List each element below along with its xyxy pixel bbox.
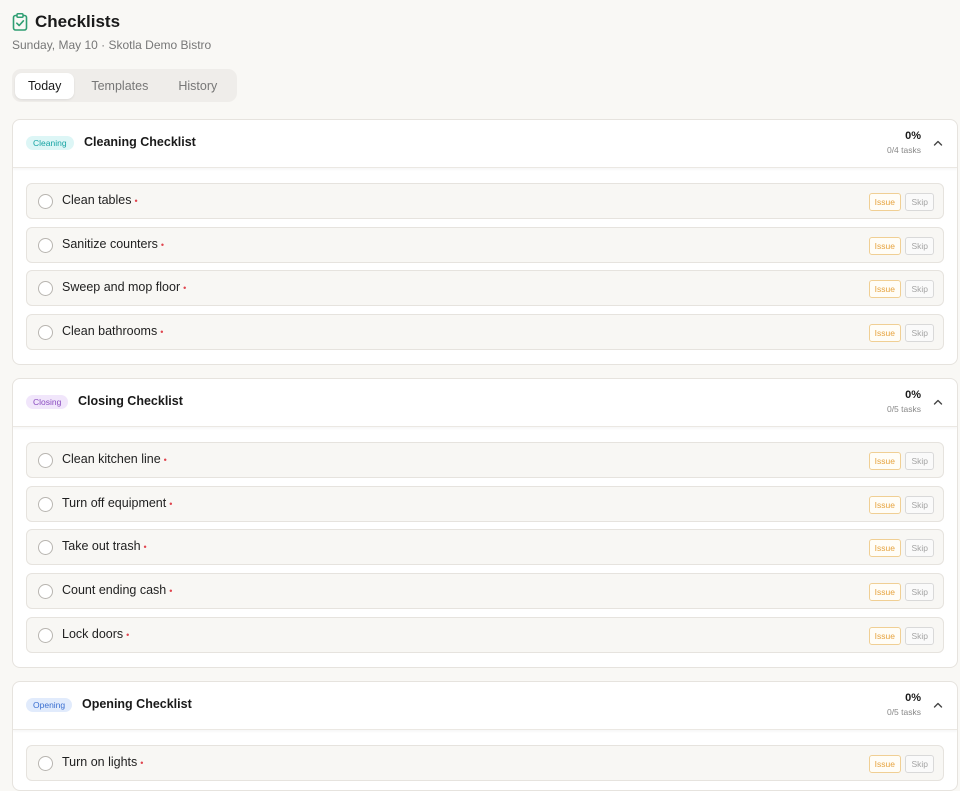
checklist-card-cleaning: Cleaning Cleaning Checklist 0% 0/4 tasks… xyxy=(12,119,958,365)
tasks-count: 0/5 tasks xyxy=(886,404,921,414)
task-row[interactable]: Lock doors • Issue Skip xyxy=(26,616,944,653)
chevron-up-icon[interactable] xyxy=(932,396,944,408)
task-label: Turn on lights xyxy=(62,755,138,769)
tab-history[interactable]: History xyxy=(165,73,230,99)
skip-button[interactable]: Skip xyxy=(905,626,934,645)
issue-button[interactable]: Issue xyxy=(868,755,901,773)
task-row[interactable]: Take out trash • Issue Skip xyxy=(26,529,944,566)
task-checkbox[interactable] xyxy=(38,194,53,209)
task-checkbox[interactable] xyxy=(38,453,53,468)
skip-button[interactable]: Skip xyxy=(905,583,934,602)
task-row[interactable]: Count ending cash • Issue Skip xyxy=(26,573,944,610)
page-subtitle: Sunday, May 10 · Skotla Demo Bistro xyxy=(12,38,212,52)
issue-button[interactable]: Issue xyxy=(868,626,901,645)
issue-button[interactable]: Issue xyxy=(868,539,901,558)
task-checkbox[interactable] xyxy=(38,325,53,341)
task-row[interactable]: Sweep and mop floor • Issue Skip xyxy=(26,270,944,307)
required-marker: • xyxy=(140,758,144,768)
task-label: Clean bathrooms xyxy=(62,324,158,339)
required-marker: • xyxy=(126,629,130,640)
category-badge: Cleaning xyxy=(26,136,74,150)
checklist-title: Opening Checklist xyxy=(82,697,192,711)
task-row[interactable]: Clean kitchen line • Issue Skip xyxy=(26,442,944,478)
task-label: Clean kitchen line xyxy=(62,452,161,466)
task-checkbox[interactable] xyxy=(38,627,53,643)
tab-today[interactable]: Today xyxy=(15,72,75,99)
task-checkbox[interactable] xyxy=(38,540,53,556)
task-label: Lock doors xyxy=(62,626,124,641)
category-badge: Closing xyxy=(26,395,69,409)
issue-button[interactable]: Issue xyxy=(868,583,901,602)
skip-button[interactable]: Skip xyxy=(905,452,934,470)
task-row[interactable]: Clean tables • Issue Skip xyxy=(26,183,944,219)
skip-button[interactable]: Skip xyxy=(905,280,934,299)
skip-button[interactable]: Skip xyxy=(905,755,934,773)
task-row[interactable]: Turn off equipment • Issue Skip xyxy=(26,485,944,522)
task-checkbox[interactable] xyxy=(38,584,53,600)
required-marker: • xyxy=(134,196,138,206)
chevron-up-icon[interactable] xyxy=(932,137,944,149)
task-checkbox[interactable] xyxy=(38,281,53,297)
task-label: Take out trash xyxy=(62,539,141,554)
required-marker: • xyxy=(160,239,165,250)
required-marker: • xyxy=(160,327,164,338)
tasks-count: 0/5 tasks xyxy=(886,707,921,717)
skip-button[interactable]: Skip xyxy=(905,193,934,211)
issue-button[interactable]: Issue xyxy=(868,236,901,255)
skip-button[interactable]: Skip xyxy=(905,495,934,514)
checklist-header[interactable]: Closing Closing Checklist 0% 0/5 tasks xyxy=(13,379,957,427)
task-label: Turn off equipment xyxy=(62,495,167,510)
checklist-title: Cleaning Checklist xyxy=(84,135,196,149)
task-row[interactable]: Sanitize counters • Issue Skip xyxy=(26,226,944,263)
task-label: Clean tables xyxy=(62,193,132,207)
progress-percent: 0% xyxy=(905,692,921,704)
task-checkbox[interactable] xyxy=(38,756,53,771)
checklist-title: Closing Checklist xyxy=(78,394,183,408)
task-label: Count ending cash xyxy=(62,583,167,598)
task-label: Sweep and mop floor xyxy=(62,280,181,295)
issue-button[interactable]: Issue xyxy=(868,280,901,299)
task-label: Sanitize counters xyxy=(62,236,158,251)
tab-bar: Today Templates History xyxy=(12,69,237,102)
progress-percent: 0% xyxy=(905,130,921,142)
tab-templates[interactable]: Templates xyxy=(78,73,161,99)
checklist-card-closing: Closing Closing Checklist 0% 0/5 tasks C… xyxy=(12,378,958,668)
progress-percent: 0% xyxy=(905,389,921,401)
chevron-up-icon[interactable] xyxy=(932,699,944,711)
issue-button[interactable]: Issue xyxy=(868,324,901,343)
skip-button[interactable]: Skip xyxy=(905,324,934,343)
skip-button[interactable]: Skip xyxy=(905,236,934,255)
issue-button[interactable]: Issue xyxy=(868,495,901,514)
checklist-card-opening: Opening Opening Checklist 0% 0/5 tasks T… xyxy=(12,681,958,791)
checklist-header[interactable]: Opening Opening Checklist 0% 0/5 tasks xyxy=(13,682,957,730)
required-marker: • xyxy=(143,542,147,553)
category-badge: Opening xyxy=(26,698,73,712)
task-row[interactable]: Turn on lights • Issue Skip xyxy=(26,745,944,781)
clipboard-check-icon xyxy=(12,13,28,31)
tasks-count: 0/4 tasks xyxy=(886,145,921,155)
issue-button[interactable]: Issue xyxy=(868,193,901,211)
required-marker: • xyxy=(163,455,167,465)
required-marker: • xyxy=(169,498,173,509)
task-checkbox[interactable] xyxy=(38,496,53,512)
required-marker: • xyxy=(169,586,173,597)
issue-button[interactable]: Issue xyxy=(868,452,901,470)
task-checkbox[interactable] xyxy=(38,237,53,253)
checklist-header[interactable]: Cleaning Cleaning Checklist 0% 0/4 tasks xyxy=(13,120,957,168)
page-title: Checklists xyxy=(35,12,121,31)
page-header: Checklists Sunday, May 10 · Skotla Demo … xyxy=(12,12,211,52)
skip-button[interactable]: Skip xyxy=(905,539,934,558)
required-marker: • xyxy=(183,283,187,294)
task-row[interactable]: Clean bathrooms • Issue Skip xyxy=(26,314,944,351)
